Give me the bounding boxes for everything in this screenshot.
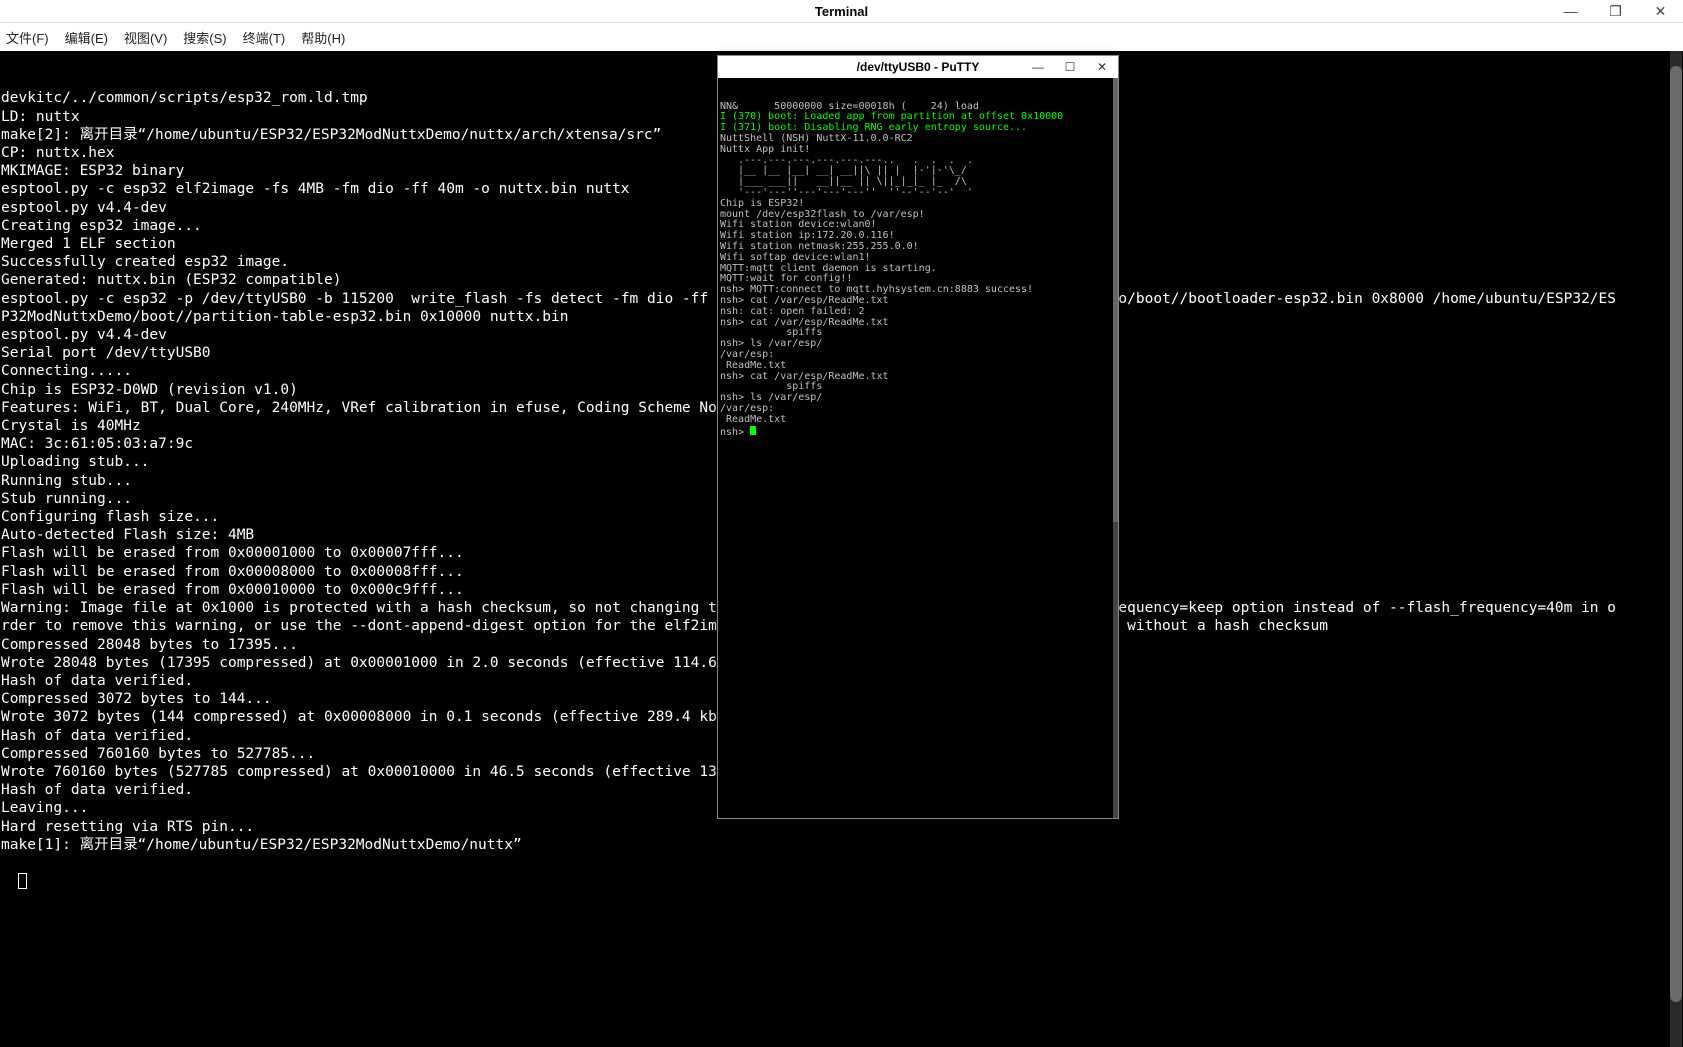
maximize-button[interactable]: ❐ [1593, 0, 1638, 22]
putty-cursor [750, 426, 756, 435]
putty-line: nsh: cat: open failed: 2 [720, 307, 1118, 318]
putty-line: ReadMe.txt [720, 415, 1118, 426]
putty-window-controls: — ☐ ✕ [1022, 56, 1118, 78]
minimize-button[interactable]: — [1548, 0, 1593, 22]
putty-window[interactable]: /dev/ttyUSB0 - PuTTY — ☐ ✕ NN& 50000000 … [717, 55, 1119, 819]
putty-title: /dev/ttyUSB0 - PuTTY [857, 60, 980, 74]
putty-close-button[interactable]: ✕ [1086, 56, 1118, 78]
putty-scrollbar[interactable] [1113, 78, 1118, 818]
window-controls: — ❐ ✕ [1548, 0, 1683, 22]
main-title-bar: Terminal — ❐ ✕ [0, 0, 1683, 23]
putty-maximize-button[interactable]: ☐ [1054, 56, 1086, 78]
terminal-line: Hard resetting via RTS pin... [1, 818, 1683, 836]
putty-line: nsh> [720, 426, 1118, 439]
terminal-line: make[1]: 离开目录“/home/ubuntu/ESP32/ESP32Mo… [1, 836, 1683, 854]
terminal-cursor [18, 873, 27, 889]
putty-line: Nuttx App init! [720, 145, 1118, 156]
window-title: Terminal [815, 4, 868, 19]
putty-line: ReadMe.txt [720, 361, 1118, 372]
putty-line: Wifi softap device:wlan1! [720, 253, 1118, 264]
putty-title-bar[interactable]: /dev/ttyUSB0 - PuTTY — ☐ ✕ [718, 56, 1118, 78]
menu-search[interactable]: 搜索(S) [183, 28, 226, 47]
menu-help[interactable]: 帮助(H) [301, 28, 345, 47]
menu-edit[interactable]: 编辑(E) [65, 28, 108, 47]
putty-line: Chip is ESP32! [720, 199, 1118, 210]
putty-line: nsh> ls /var/esp/ [720, 339, 1118, 350]
putty-output[interactable]: NN& 50000000 size=00018h ( 24) loadI (37… [718, 78, 1118, 818]
putty-minimize-button[interactable]: — [1022, 56, 1054, 78]
menu-view[interactable]: 视图(V) [124, 28, 167, 47]
menu-bar: 文件(F) 编辑(E) 视图(V) 搜索(S) 终端(T) 帮助(H) [0, 23, 1683, 51]
putty-line: nsh> ls /var/esp/ [720, 393, 1118, 404]
scrollbar-thumb[interactable] [1670, 66, 1682, 1002]
close-button[interactable]: ✕ [1638, 0, 1683, 22]
menu-terminal[interactable]: 终端(T) [243, 28, 286, 47]
terminal-scrollbar[interactable] [1670, 51, 1682, 1047]
putty-scrollbar-thumb[interactable] [1113, 78, 1118, 522]
menu-file[interactable]: 文件(F) [6, 28, 49, 47]
